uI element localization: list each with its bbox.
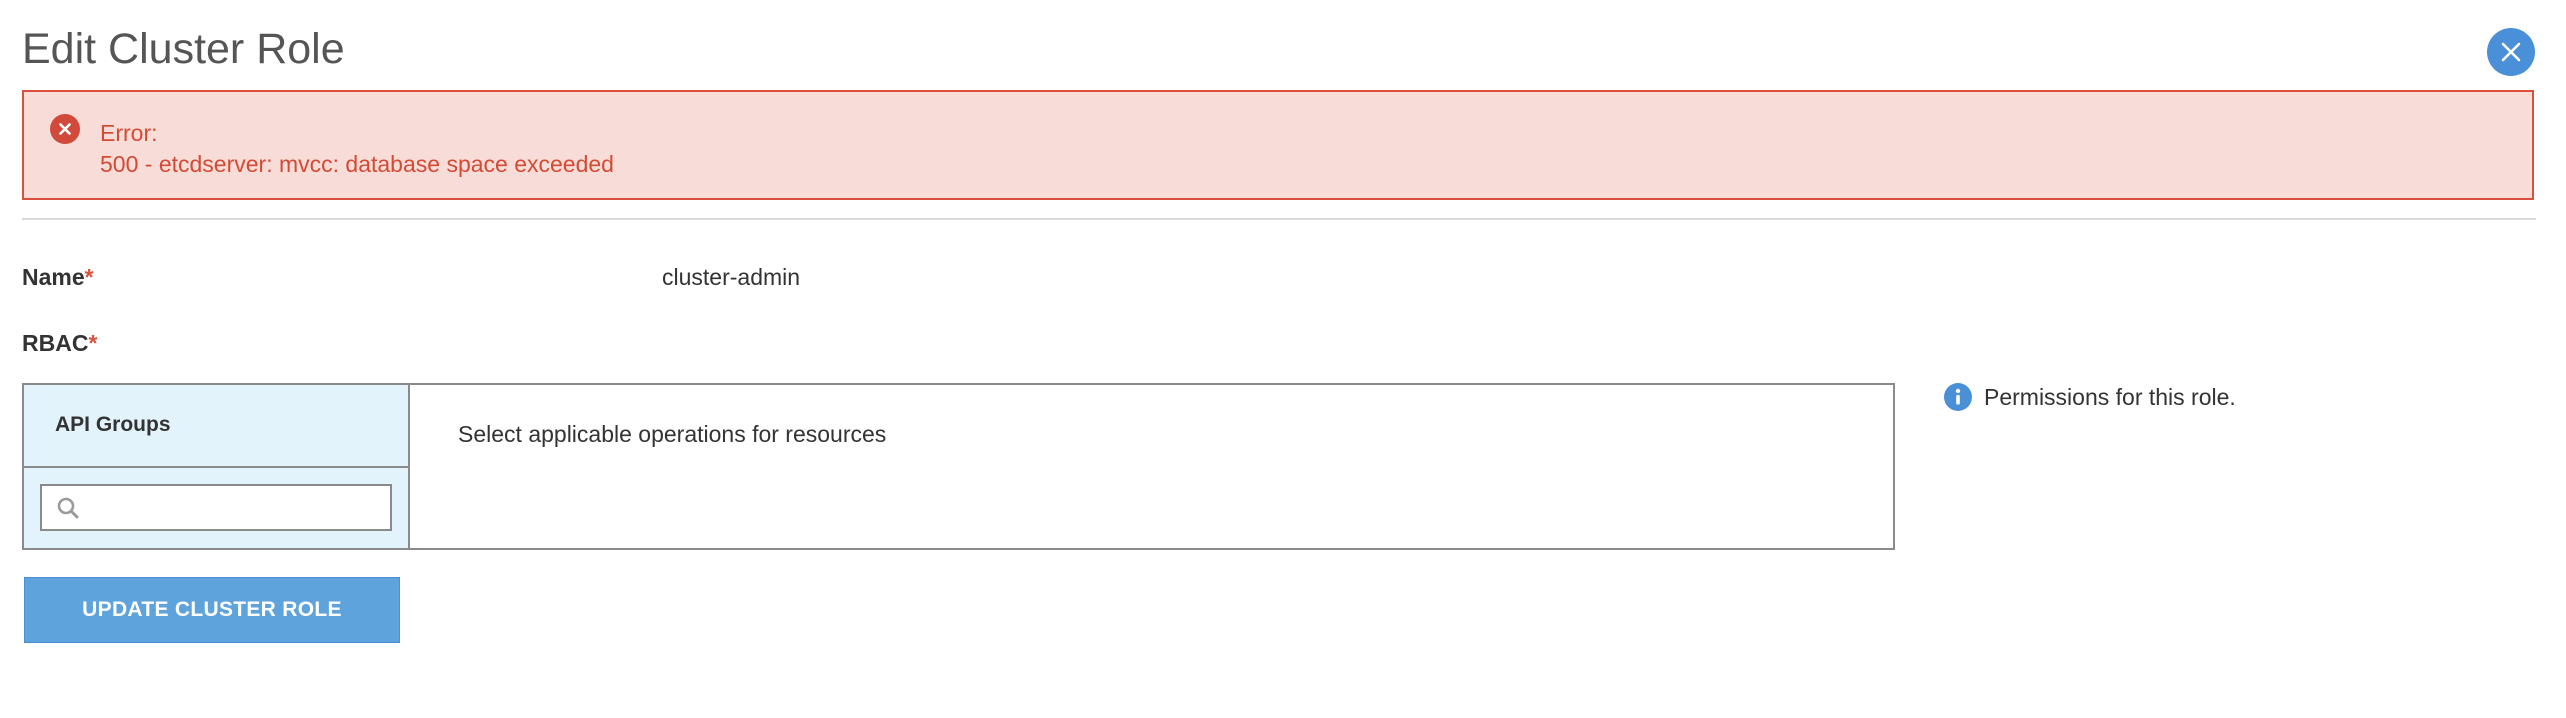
name-label-text: Name — [22, 264, 85, 290]
name-label: Name* — [22, 264, 94, 291]
permissions-info: Permissions for this role. — [1944, 383, 2236, 411]
name-value: cluster-admin — [662, 264, 801, 290]
close-icon — [2501, 42, 2521, 62]
rbac-editor: API Groups Select applicable operations … — [22, 383, 1895, 550]
rbac-label: RBAC* — [22, 330, 97, 357]
search-icon — [57, 497, 79, 519]
info-icon — [1944, 383, 1972, 411]
error-label: Error: — [100, 120, 158, 146]
api-groups-header: API Groups — [24, 385, 408, 468]
api-groups-panel: API Groups — [24, 385, 410, 548]
api-groups-search[interactable] — [40, 484, 392, 531]
api-groups-title: API Groups — [55, 413, 171, 436]
error-alert: Error: 500 - etcdserver: mvcc: database … — [22, 90, 2534, 200]
rbac-label-text: RBAC — [22, 330, 89, 356]
operations-hint: Select applicable operations for resourc… — [458, 421, 887, 447]
page-title: Edit Cluster Role — [22, 25, 345, 73]
update-cluster-role-button[interactable]: UPDATE CLUSTER ROLE — [24, 577, 400, 643]
info-text: Permissions for this role. — [1984, 383, 2236, 410]
error-circle-icon — [50, 114, 80, 144]
api-groups-search-input[interactable] — [88, 486, 388, 529]
name-required-marker: * — [84, 264, 94, 290]
error-message: 500 - etcdserver: mvcc: database space e… — [100, 151, 614, 177]
rbac-required-marker: * — [88, 330, 98, 356]
close-button[interactable] — [2487, 28, 2535, 76]
error-text: Error: 500 - etcdserver: mvcc: database … — [100, 118, 614, 180]
divider — [22, 218, 2536, 220]
